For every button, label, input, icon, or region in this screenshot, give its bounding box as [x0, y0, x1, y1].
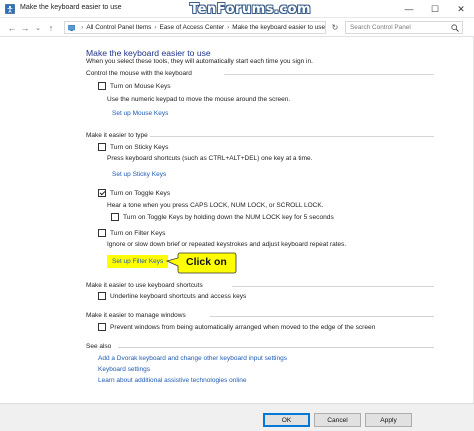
breadcrumb-item-ease-of-access-center[interactable]: Ease of Access Center: [159, 24, 224, 31]
mouse-keys-description: Use the numeric keypad to move the mouse…: [107, 96, 291, 103]
toggle-keys-checkbox[interactable]: Turn on Toggle Keys: [98, 189, 170, 197]
section-title-windows-text: Make it easier to manage windows: [86, 312, 186, 319]
control-panel-icon: [68, 24, 76, 31]
ok-button[interactable]: OK: [263, 413, 310, 427]
prevent-arrange-checkbox[interactable]: Prevent windows from being automatically…: [98, 323, 375, 331]
section-title-mouse: Control the mouse with the keyboard: [86, 70, 192, 77]
forward-button[interactable]: →: [19, 22, 31, 33]
underline-shortcuts-label[interactable]: Underline keyboard shortcuts and access …: [110, 293, 246, 300]
filter-keys-box[interactable]: [98, 229, 106, 237]
keyboard-settings-link[interactable]: Keyboard settings: [98, 366, 150, 373]
section-title-typing-text: Make it easier to type: [86, 132, 148, 139]
address-bar: ← → ⌄ ↑ › All Control Panel Items › Ease…: [0, 18, 474, 37]
set-up-mouse-keys-link[interactable]: Set up Mouse Keys: [112, 110, 168, 117]
toggle-keys-label[interactable]: Turn on Toggle Keys: [110, 190, 170, 197]
assistive-technologies-link[interactable]: Learn about additional assistive technol…: [98, 377, 247, 384]
dvorak-keyboard-link[interactable]: Add a Dvorak keyboard and change other k…: [98, 355, 287, 362]
close-button[interactable]: ✕: [448, 0, 474, 18]
section-title-see-also-text: See also: [86, 343, 112, 350]
dialog-footer: OK Cancel Apply: [0, 403, 474, 431]
section-title-see-also: See also: [86, 343, 111, 350]
click-on-callout: Click on: [166, 252, 237, 274]
apply-button[interactable]: Apply: [365, 413, 412, 427]
breadcrumb-separator: ›: [227, 24, 230, 31]
refresh-button[interactable]: ↻: [329, 22, 341, 33]
set-up-filter-keys-link[interactable]: Set up Filter Keys: [107, 255, 169, 268]
filter-keys-description: Ignore or slow down brief or repeated ke…: [107, 241, 347, 248]
sticky-keys-description: Press keyboard shortcuts (such as CTRL+A…: [107, 155, 313, 162]
filter-keys-checkbox[interactable]: Turn on Filter Keys: [98, 229, 165, 237]
section-title-shortcuts-text: Make it easier to use keyboard shortcuts: [86, 282, 203, 289]
search-input[interactable]: [350, 24, 448, 31]
search-icon: [451, 24, 459, 32]
toggle-keys-hold-checkbox[interactable]: Turn on Toggle Keys by holding down the …: [111, 213, 334, 221]
breadcrumb-item-current-page[interactable]: Make the keyboard easier to use: [232, 24, 325, 31]
section-title-typing: Make it easier to type: [86, 132, 148, 139]
recent-locations-button[interactable]: ⌄: [32, 22, 44, 33]
prevent-arrange-box[interactable]: [98, 323, 106, 331]
page-title: Make the keyboard easier to use: [86, 48, 211, 58]
filter-keys-label[interactable]: Turn on Filter Keys: [110, 230, 165, 237]
watermark: TenForums.com: [190, 2, 312, 17]
ease-of-access-icon: [5, 4, 15, 14]
maximize-button[interactable]: ☐: [422, 0, 448, 18]
breadcrumb[interactable]: › All Control Panel Items › Ease of Acce…: [64, 21, 326, 34]
section-divider: [232, 286, 434, 287]
toggle-keys-hold-box[interactable]: [111, 213, 119, 221]
breadcrumb-separator: ›: [154, 24, 157, 31]
section-divider: [150, 136, 434, 137]
toggle-keys-box[interactable]: [98, 189, 106, 197]
back-button[interactable]: ←: [6, 22, 18, 33]
sticky-keys-label[interactable]: Turn on Sticky Keys: [110, 144, 168, 151]
minimize-button[interactable]: —: [396, 0, 422, 18]
up-button[interactable]: ↑: [45, 22, 57, 33]
prevent-arrange-label[interactable]: Prevent windows from being automatically…: [110, 324, 375, 331]
cancel-button[interactable]: Cancel: [314, 413, 361, 427]
section-title-windows: Make it easier to manage windows: [86, 312, 186, 319]
section-divider: [118, 347, 434, 348]
section-divider: [210, 316, 434, 317]
title-bar: Make the keyboard easier to use TenForum…: [0, 0, 474, 18]
section-divider: [224, 74, 434, 75]
sticky-keys-box[interactable]: [98, 143, 106, 151]
page-description: When you select these tools, they will a…: [86, 58, 313, 65]
callout-text: Click on: [186, 256, 227, 268]
breadcrumb-separator: ›: [81, 24, 84, 31]
mouse-keys-label[interactable]: Turn on Mouse Keys: [110, 83, 171, 90]
underline-shortcuts-checkbox[interactable]: Underline keyboard shortcuts and access …: [98, 292, 246, 300]
breadcrumb-item-all-control-panel-items[interactable]: All Control Panel Items: [86, 24, 151, 31]
set-up-sticky-keys-link[interactable]: Set up Sticky Keys: [112, 171, 166, 178]
mouse-keys-checkbox[interactable]: Turn on Mouse Keys: [98, 82, 171, 90]
toggle-keys-hold-label[interactable]: Turn on Toggle Keys by holding down the …: [123, 214, 334, 221]
mouse-keys-box[interactable]: [98, 82, 106, 90]
search-box[interactable]: [345, 21, 463, 34]
section-title-shortcuts: Make it easier to use keyboard shortcuts: [86, 282, 203, 289]
sticky-keys-checkbox[interactable]: Turn on Sticky Keys: [98, 143, 168, 151]
section-title-mouse-text: Control the mouse with the keyboard: [86, 70, 192, 77]
window-title: Make the keyboard easier to use: [20, 4, 122, 11]
underline-shortcuts-box[interactable]: [98, 292, 106, 300]
toggle-keys-description: Hear a tone when you press CAPS LOCK, NU…: [107, 202, 324, 209]
